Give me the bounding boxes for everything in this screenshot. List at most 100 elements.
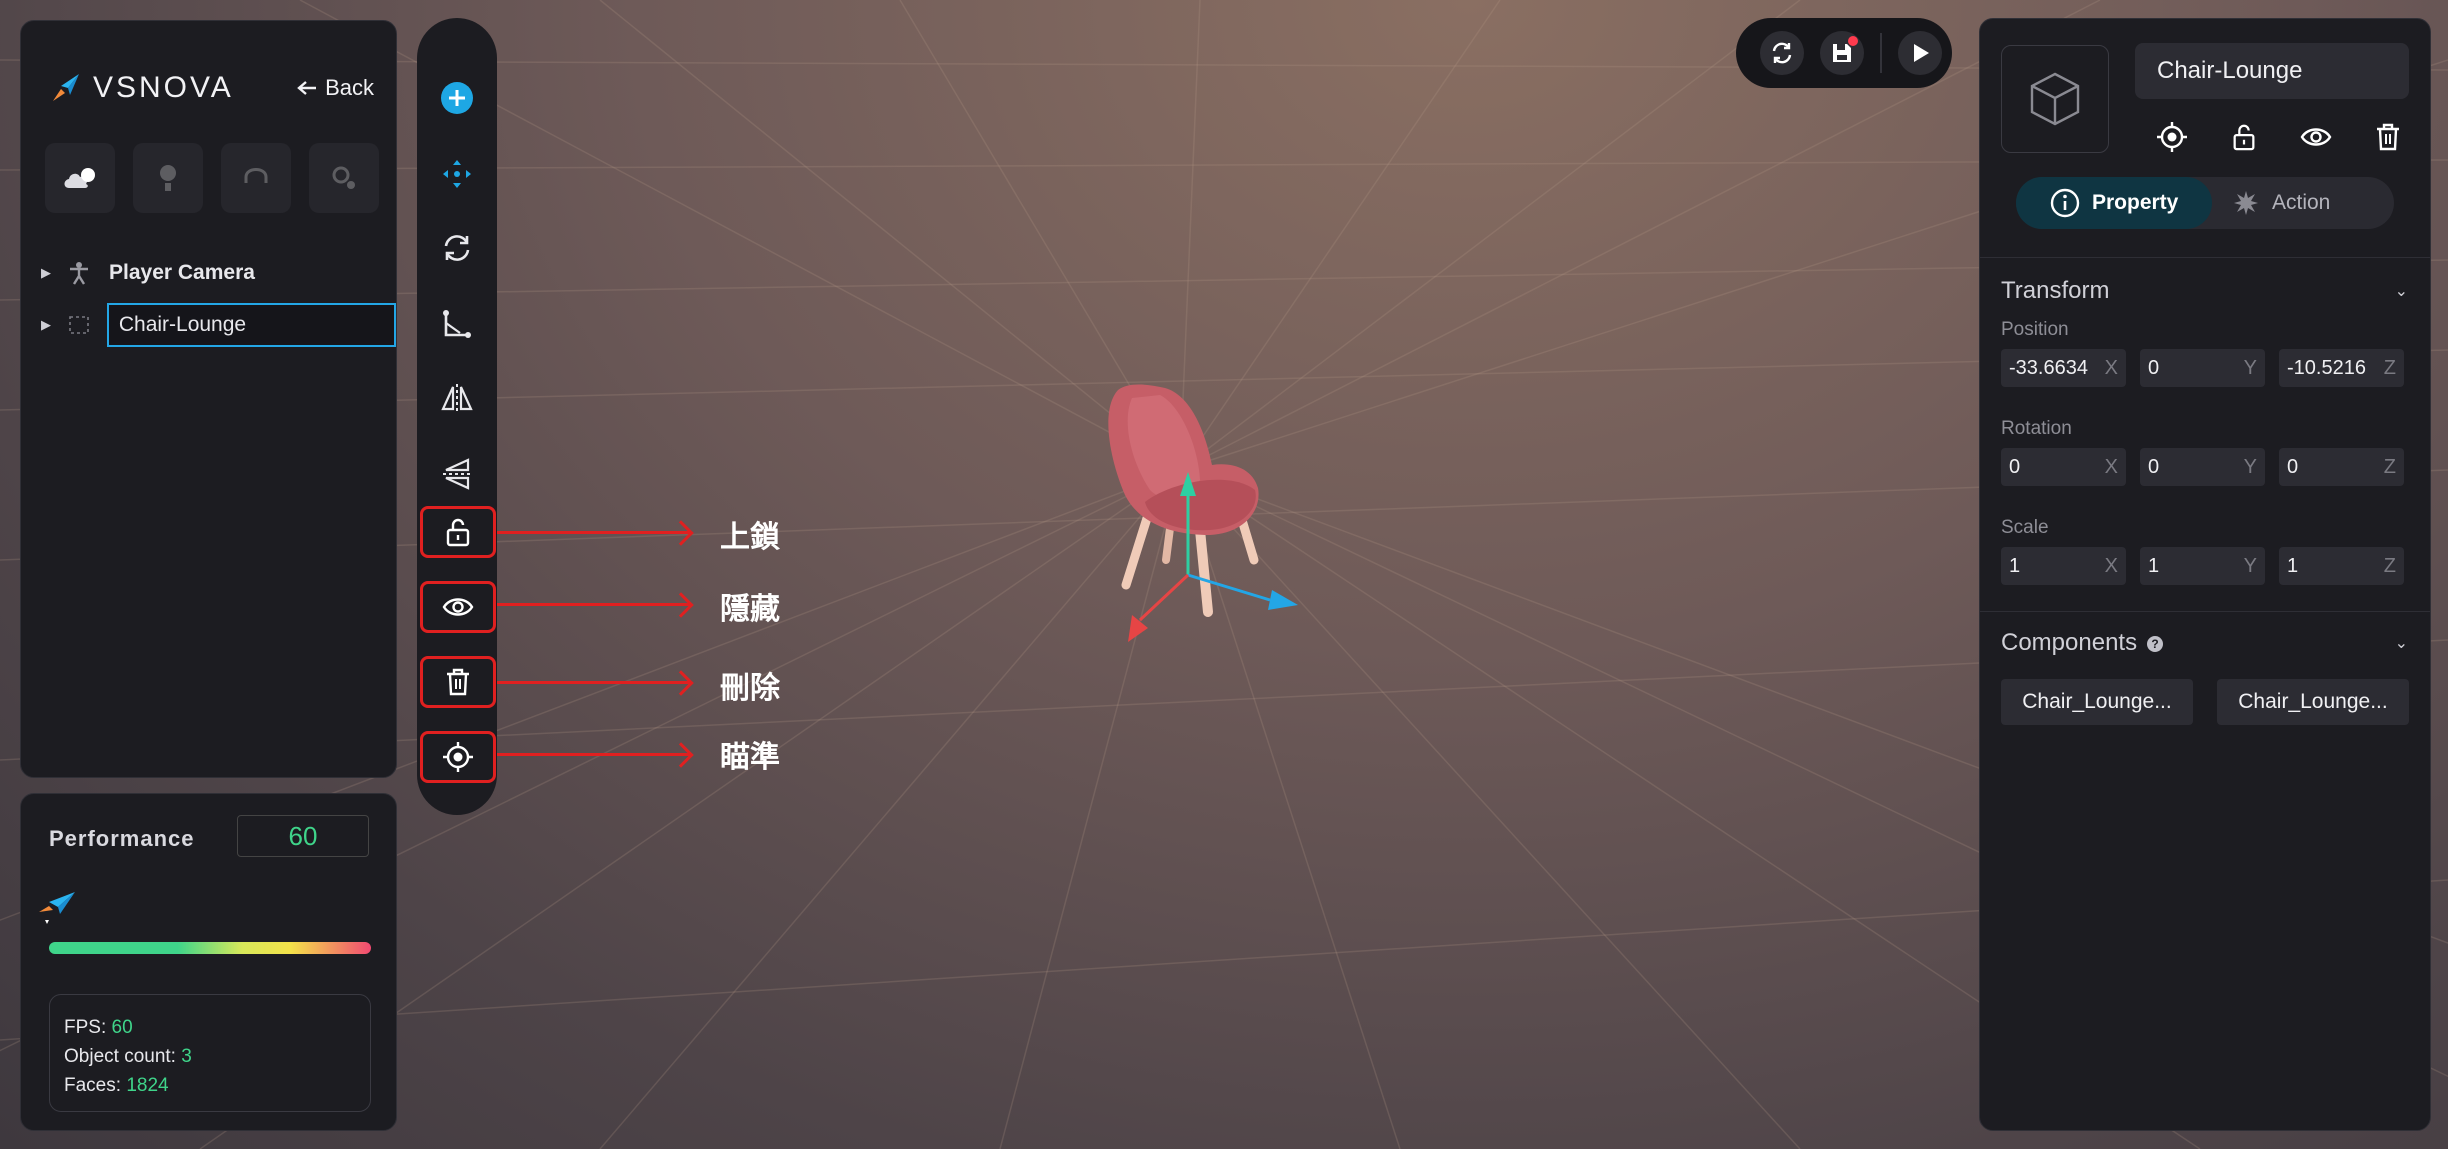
annotation-label: 上鎖 [720, 520, 780, 555]
top-controls [1736, 18, 1952, 88]
audio-button[interactable] [221, 143, 291, 213]
components-header[interactable]: Components? [2001, 629, 2164, 657]
headphones-icon [244, 168, 268, 183]
focus-button[interactable] [420, 731, 496, 783]
annotation-arrow [497, 753, 690, 756]
lock-object-button[interactable] [2222, 115, 2266, 159]
annotation-arrow [497, 603, 690, 606]
section-divider [1980, 611, 2430, 612]
scale-x-input[interactable]: 1X [2001, 547, 2126, 585]
person-icon [63, 261, 95, 285]
help-icon[interactable]: ? [2147, 635, 2164, 652]
rotation-fields: 0X 0Y 0Z [2001, 448, 2404, 486]
scale-tool-button[interactable] [421, 296, 493, 352]
expand-caret-icon[interactable]: ▶ [35, 317, 57, 333]
inspector-tabs: Property Action [2016, 177, 2394, 229]
expand-caret-icon[interactable]: ▶ [35, 265, 57, 281]
mirror-vertical-button[interactable] [421, 446, 493, 502]
back-label: Back [325, 75, 374, 100]
scale-fields: 1X 1Y 1Z [2001, 547, 2404, 585]
vertical-toolbar [417, 18, 497, 815]
components-title: Components [2001, 629, 2138, 656]
component-chip[interactable]: Chair_Lounge... [2001, 679, 2193, 725]
fps-stat: FPS: 60 [64, 1017, 133, 1038]
object-count-value: 3 [181, 1046, 192, 1067]
tree-item-player-camera[interactable]: ▶ Player Camera [35, 247, 396, 299]
lock-button[interactable] [420, 506, 496, 558]
annotation-arrow [497, 681, 690, 684]
logo-icon [53, 74, 79, 101]
effects-button[interactable] [309, 143, 379, 213]
position-z-input[interactable]: -10.5216 Z [2279, 349, 2404, 387]
tab-label: Property [2092, 191, 2179, 214]
mirror-horizontal-button[interactable] [421, 370, 493, 426]
plus-circle-icon [441, 82, 473, 114]
components-list: Chair_Lounge... Chair_Lounge... [2001, 679, 2409, 725]
unlock-icon [2233, 124, 2255, 151]
delete-object-button[interactable] [2366, 115, 2410, 159]
position-x-input[interactable]: -33.6634 X [2001, 349, 2126, 387]
rotation-y-input[interactable]: 0Y [2140, 448, 2265, 486]
burst-icon [2234, 191, 2258, 215]
rotation-z-input[interactable]: 0Z [2279, 448, 2404, 486]
position-fields: -33.6634 X 0Y -10.5216 Z [2001, 349, 2404, 387]
rotation-x-input[interactable]: 0X [2001, 448, 2126, 486]
info-icon [2050, 188, 2080, 218]
brand: VSNOVA [49, 71, 234, 105]
object-name-input[interactable] [2135, 43, 2409, 99]
unlock-icon [446, 518, 470, 547]
scene-tools [45, 143, 379, 213]
scale-label: Scale [2001, 517, 2049, 538]
crosshair-icon [443, 742, 473, 772]
arrow-left-icon [297, 81, 317, 95]
fps-value: 60 [111, 1017, 133, 1038]
annotation-label: 瞄準 [720, 740, 780, 775]
scale-z-input[interactable]: 1Z [2279, 547, 2404, 585]
environment-button[interactable] [45, 143, 115, 213]
delete-button[interactable] [420, 656, 496, 708]
tree-item-label[interactable]: Chair-Lounge [106, 303, 397, 347]
scale-y-input[interactable]: 1Y [2140, 547, 2265, 585]
sync-button[interactable] [1760, 31, 1804, 75]
light-button[interactable] [133, 143, 203, 213]
position-y-input[interactable]: 0Y [2140, 349, 2265, 387]
cube-icon [2030, 72, 2080, 126]
component-chip[interactable]: Chair_Lounge... [2217, 679, 2409, 725]
hide-button[interactable] [420, 581, 496, 633]
tab-property[interactable]: Property [2016, 177, 2212, 229]
performance-marker-icon [39, 892, 75, 924]
chevron-down-icon[interactable]: ⌄ [2395, 633, 2408, 653]
lamp-icon [160, 165, 176, 191]
play-button[interactable] [1898, 31, 1942, 75]
toolbar-divider [1880, 33, 1882, 73]
cloud-sun-icon [64, 168, 95, 188]
dashed-box-icon [63, 315, 95, 335]
add-button[interactable] [421, 70, 493, 126]
sparkle-gear-icon [332, 166, 355, 189]
brand-name: VSNOVA [93, 71, 234, 104]
object-count-stat: Object count: 3 [64, 1046, 192, 1067]
focus-object-button[interactable] [2150, 115, 2194, 159]
eye-icon [442, 598, 474, 616]
tab-label: Action [2272, 191, 2331, 214]
section-divider [1980, 257, 2430, 258]
rotate-icon [444, 235, 470, 261]
tree-item-chair-lounge[interactable]: ▶ Chair-Lounge [35, 299, 397, 351]
annotation-label: 隱藏 [720, 592, 780, 627]
inspector-panel: Property Action Transform ⌄ Position -33… [1979, 18, 2431, 1131]
position-label: Position [2001, 319, 2069, 340]
save-button[interactable] [1820, 31, 1864, 75]
axis-scale-icon [443, 310, 471, 338]
performance-stats: FPS: 60 Object count: 3 Faces: 1824 [49, 994, 371, 1112]
performance-gradient-bar [49, 942, 371, 954]
tab-action[interactable]: Action [2212, 177, 2330, 229]
back-button[interactable]: Back [297, 75, 374, 101]
outliner-panel: VSNOVA Back ▶ Player Camera ▶ Chair-Loun… [20, 20, 397, 778]
object-thumbnail [2001, 45, 2109, 153]
transform-header[interactable]: Transform [2001, 277, 2109, 305]
faces-stat: Faces: 1824 [64, 1075, 169, 1096]
move-tool-button[interactable] [421, 146, 493, 202]
hide-object-button[interactable] [2294, 115, 2338, 159]
chevron-down-icon[interactable]: ⌄ [2395, 281, 2408, 301]
rotate-tool-button[interactable] [421, 220, 493, 276]
